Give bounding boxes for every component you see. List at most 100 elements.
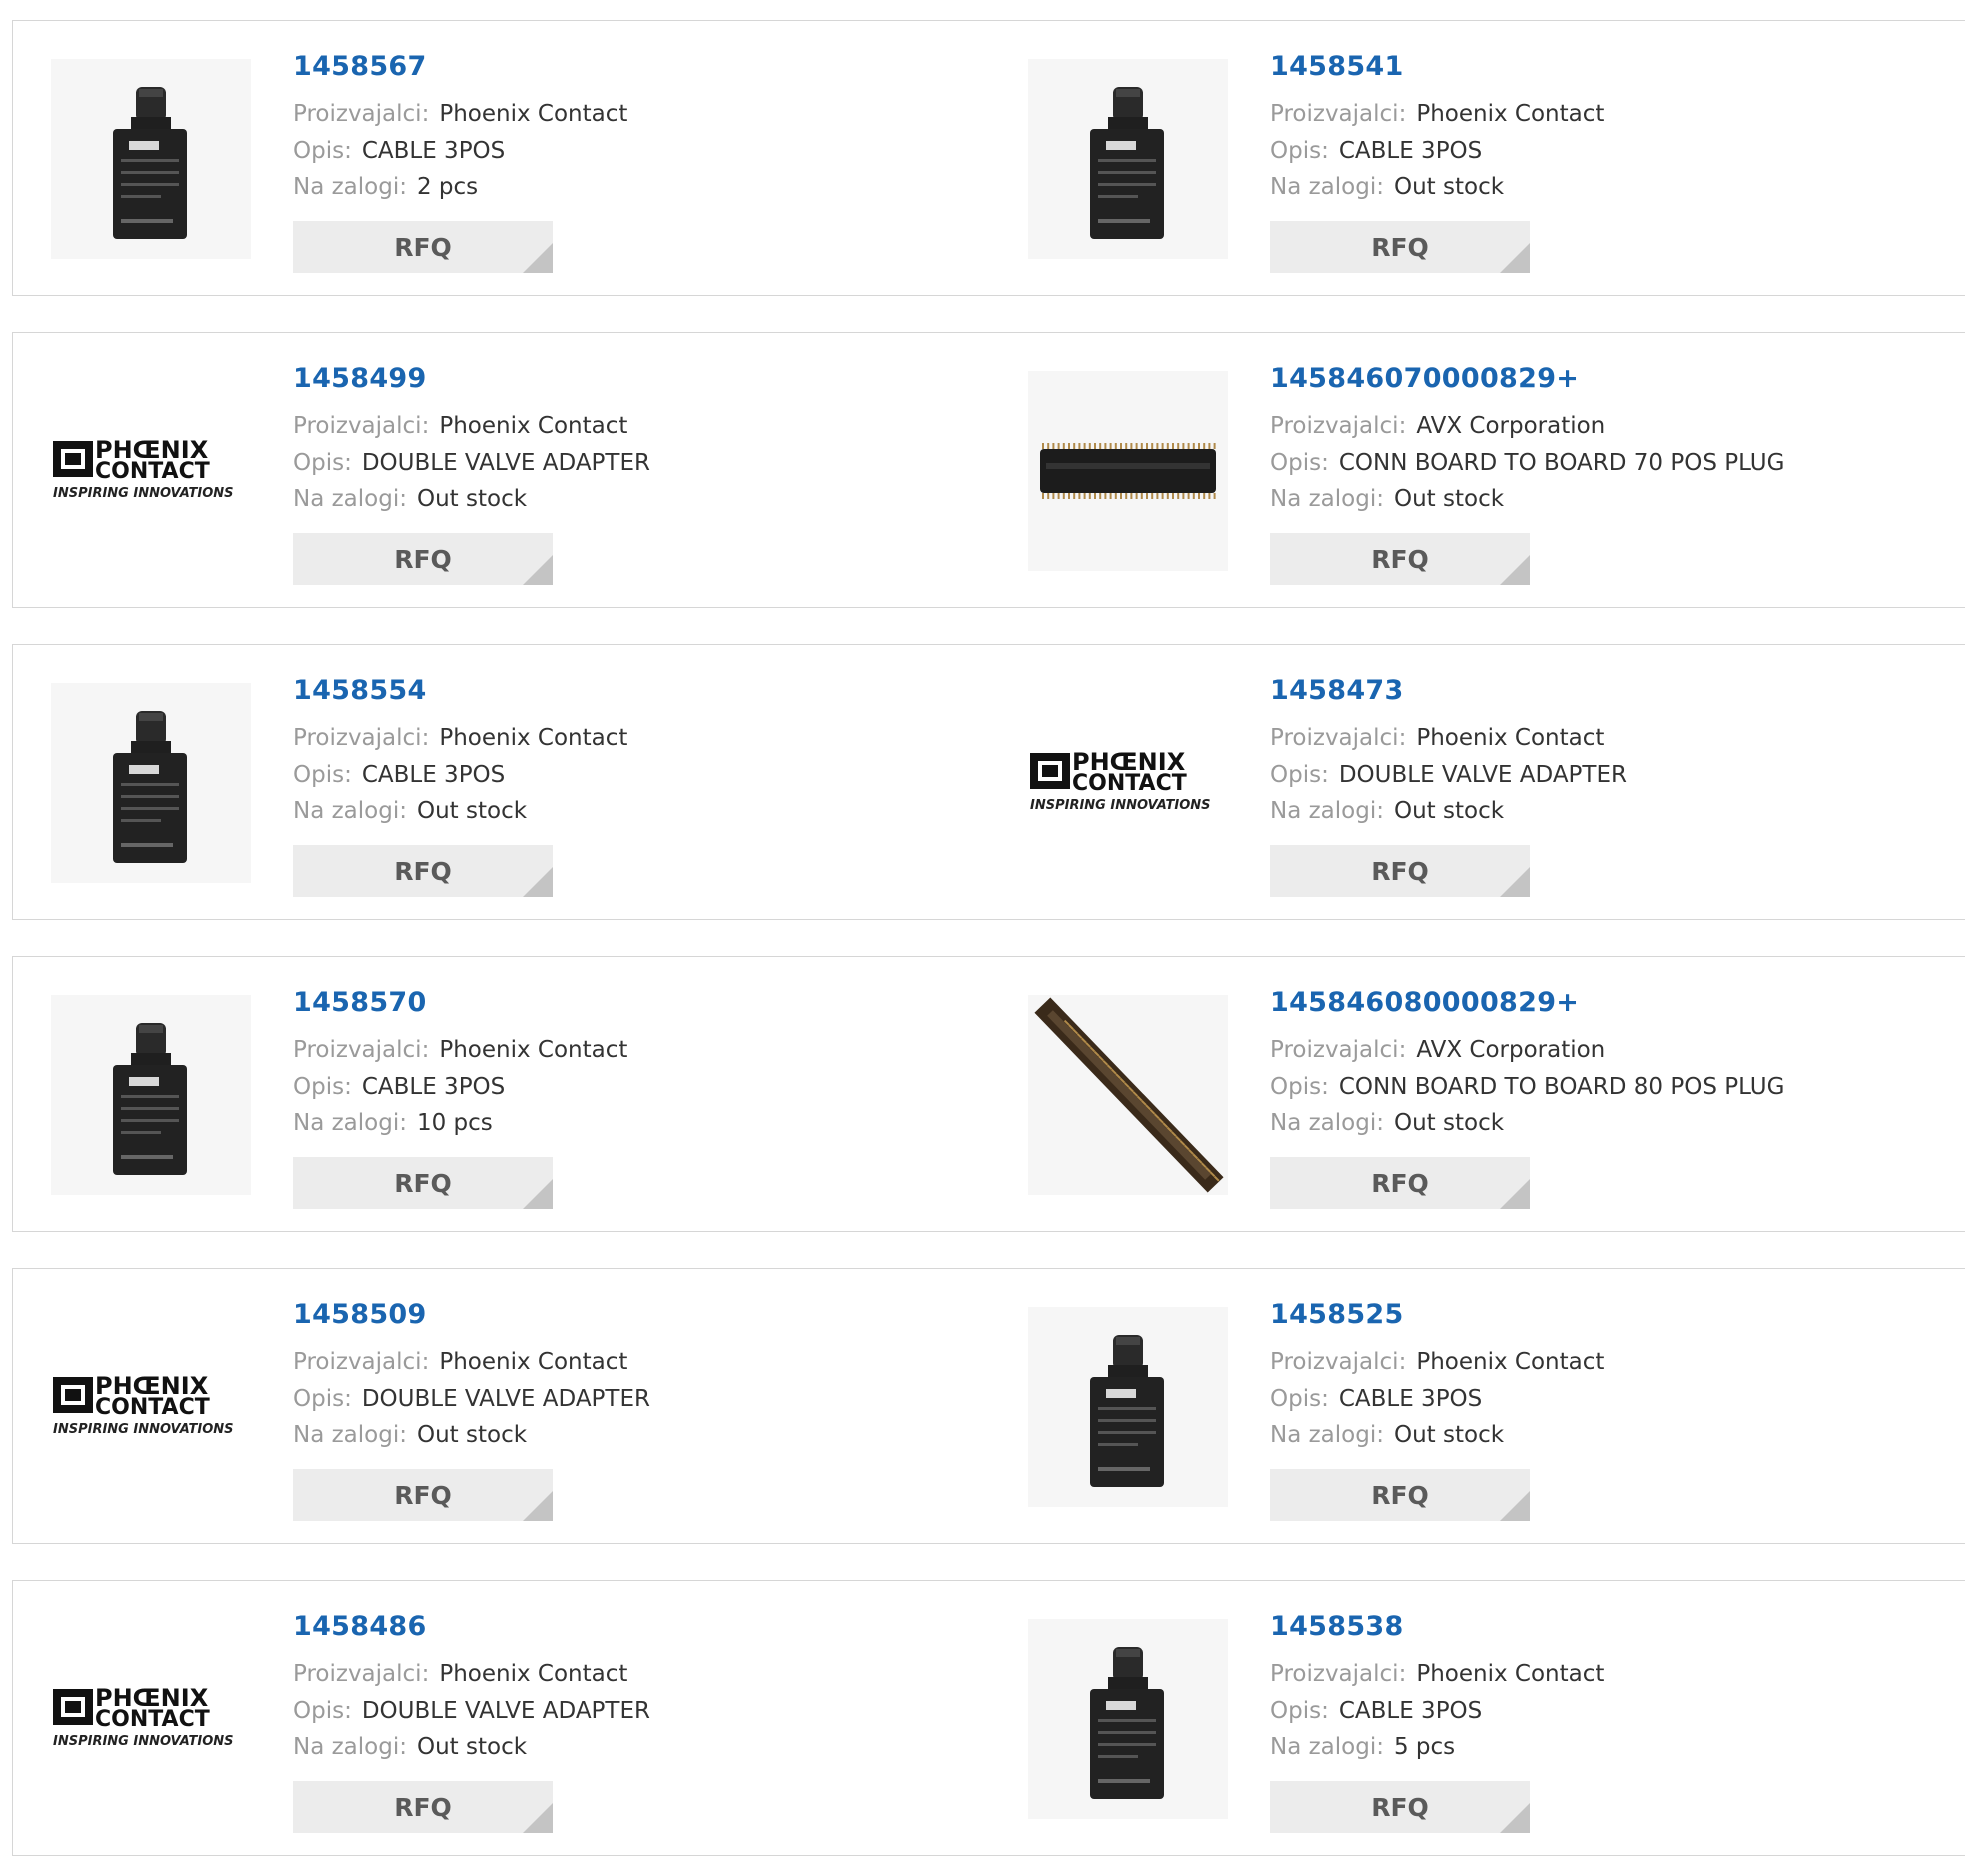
rfq-button[interactable]: RFQ bbox=[293, 533, 553, 585]
valve-connector-graphic bbox=[1090, 1647, 1164, 1799]
stock-row: Na zalogi: Out stock bbox=[1270, 798, 1504, 824]
stock-label: Na zalogi: bbox=[293, 174, 407, 200]
rfq-label: RFQ bbox=[1371, 232, 1429, 262]
manufacturer-value: AVX Corporation bbox=[1416, 413, 1606, 439]
manufacturer-value: Phoenix Contact bbox=[1416, 101, 1605, 127]
product-image[interactable] bbox=[51, 59, 251, 259]
rfq-button[interactable]: RFQ bbox=[293, 1469, 553, 1521]
manufacturer-label: Proizvajalci: bbox=[1270, 101, 1407, 127]
valve-connector-graphic bbox=[1090, 87, 1164, 239]
stock-label: Na zalogi: bbox=[1270, 1734, 1384, 1760]
description-label: Opis: bbox=[1270, 1074, 1329, 1100]
description-label: Opis: bbox=[293, 138, 352, 164]
part-number-link[interactable]: 1458541 bbox=[1270, 51, 1404, 82]
phoenix-contact-logo: PHŒNIX CONTACT INSPIRING INNOVATIONS bbox=[53, 1372, 234, 1437]
part-number-link[interactable]: 1458567 bbox=[293, 51, 427, 82]
stock-label: Na zalogi: bbox=[293, 1110, 407, 1136]
rfq-label: RFQ bbox=[1371, 1480, 1429, 1510]
corner-triangle-icon bbox=[523, 1179, 553, 1209]
corner-triangle-icon bbox=[1500, 867, 1530, 897]
part-number-link[interactable]: 145846070000829+ bbox=[1270, 363, 1579, 394]
description-row: Opis: CABLE 3POS bbox=[293, 762, 505, 788]
manufacturer-value: Phoenix Contact bbox=[439, 1349, 628, 1375]
stock-label: Na zalogi: bbox=[1270, 1110, 1384, 1136]
rfq-button[interactable]: RFQ bbox=[293, 221, 553, 273]
product-image[interactable] bbox=[51, 995, 251, 1195]
product-image[interactable]: PHŒNIX CONTACT INSPIRING INNOVATIONS bbox=[51, 371, 251, 571]
product-card: 1458538 Proizvajalci: Phoenix Contact Opi… bbox=[990, 1580, 1965, 1856]
manufacturer-value: Phoenix Contact bbox=[439, 413, 628, 439]
product-card: 1458541 Proizvajalci: Phoenix Contact Opi… bbox=[990, 20, 1965, 296]
manufacturer-value: Phoenix Contact bbox=[1416, 1661, 1605, 1687]
rfq-button[interactable]: RFQ bbox=[1270, 533, 1530, 585]
part-number-link[interactable]: 145846080000829+ bbox=[1270, 987, 1579, 1018]
rfq-label: RFQ bbox=[394, 856, 452, 886]
rfq-label: RFQ bbox=[394, 1480, 452, 1510]
description-value: CABLE 3POS bbox=[361, 1074, 506, 1100]
stock-row: Na zalogi: Out stock bbox=[1270, 1110, 1504, 1136]
manufacturer-row: Proizvajalci: Phoenix Contact bbox=[293, 725, 627, 751]
stock-row: Na zalogi: Out stock bbox=[1270, 1422, 1504, 1448]
description-label: Opis: bbox=[293, 1074, 352, 1100]
stock-label: Na zalogi: bbox=[293, 798, 407, 824]
description-row: Opis: DOUBLE VALVE ADAPTER bbox=[1270, 762, 1627, 788]
manufacturer-label: Proizvajalci: bbox=[293, 1349, 430, 1375]
description-value: CABLE 3POS bbox=[1338, 1386, 1483, 1412]
manufacturer-value: Phoenix Contact bbox=[439, 101, 628, 127]
part-number-link[interactable]: 1458525 bbox=[1270, 1299, 1404, 1330]
stock-value: 10 pcs bbox=[416, 1110, 493, 1136]
product-image[interactable] bbox=[1028, 371, 1228, 571]
product-card: PHŒNIX CONTACT INSPIRING INNOVATIONS 145… bbox=[990, 644, 1965, 920]
rfq-button[interactable]: RFQ bbox=[1270, 1157, 1530, 1209]
description-label: Opis: bbox=[1270, 450, 1329, 476]
product-image[interactable]: PHŒNIX CONTACT INSPIRING INNOVATIONS bbox=[1028, 683, 1228, 883]
manufacturer-row: Proizvajalci: AVX Corporation bbox=[1270, 1037, 1605, 1063]
product-image[interactable] bbox=[1028, 995, 1228, 1195]
description-value: CABLE 3POS bbox=[361, 138, 506, 164]
part-number-link[interactable]: 1458486 bbox=[293, 1611, 427, 1642]
rfq-label: RFQ bbox=[394, 544, 452, 574]
svg-text:INSPIRING INNOVATIONS: INSPIRING INNOVATIONS bbox=[1030, 798, 1211, 813]
manufacturer-row: Proizvajalci: Phoenix Contact bbox=[1270, 1349, 1604, 1375]
product-image[interactable] bbox=[51, 683, 251, 883]
corner-triangle-icon bbox=[523, 243, 553, 273]
phoenix-contact-logo: PHŒNIX CONTACT INSPIRING INNOVATIONS bbox=[53, 436, 234, 501]
rfq-button[interactable]: RFQ bbox=[293, 1781, 553, 1833]
valve-connector-graphic bbox=[113, 87, 187, 239]
rfq-button[interactable]: RFQ bbox=[1270, 221, 1530, 273]
rfq-button[interactable]: RFQ bbox=[293, 845, 553, 897]
product-image[interactable] bbox=[1028, 1619, 1228, 1819]
stock-row: Na zalogi: Out stock bbox=[293, 1734, 527, 1760]
manufacturer-label: Proizvajalci: bbox=[293, 1037, 430, 1063]
product-image[interactable] bbox=[1028, 1307, 1228, 1507]
rfq-button[interactable]: RFQ bbox=[1270, 845, 1530, 897]
manufacturer-value: Phoenix Contact bbox=[439, 1037, 628, 1063]
corner-triangle-icon bbox=[523, 555, 553, 585]
stock-value: Out stock bbox=[416, 486, 528, 512]
product-image[interactable]: PHŒNIX CONTACT INSPIRING INNOVATIONS bbox=[51, 1619, 251, 1819]
stock-label: Na zalogi: bbox=[1270, 798, 1384, 824]
stock-row: Na zalogi: Out stock bbox=[1270, 174, 1504, 200]
stock-row: Na zalogi: Out stock bbox=[293, 1422, 527, 1448]
product-card: 145846080000829+ Proizvajalci: AVX Corpor… bbox=[990, 956, 1965, 1232]
stock-label: Na zalogi: bbox=[1270, 1422, 1384, 1448]
rfq-button[interactable]: RFQ bbox=[1270, 1469, 1530, 1521]
rfq-button[interactable]: RFQ bbox=[1270, 1781, 1530, 1833]
manufacturer-row: Proizvajalci: Phoenix Contact bbox=[1270, 101, 1604, 127]
part-number-link[interactable]: 1458570 bbox=[293, 987, 427, 1018]
part-number-link[interactable]: 1458554 bbox=[293, 675, 427, 706]
part-number-link[interactable]: 1458538 bbox=[1270, 1611, 1404, 1642]
part-number-link[interactable]: 1458499 bbox=[293, 363, 427, 394]
manufacturer-row: Proizvajalci: AVX Corporation bbox=[1270, 413, 1605, 439]
stock-row: Na zalogi: Out stock bbox=[293, 486, 527, 512]
part-number-link[interactable]: 1458509 bbox=[293, 1299, 427, 1330]
rfq-button[interactable]: RFQ bbox=[293, 1157, 553, 1209]
description-value: CABLE 3POS bbox=[1338, 1698, 1483, 1724]
product-image[interactable] bbox=[1028, 59, 1228, 259]
product-card: PHŒNIX CONTACT INSPIRING INNOVATIONS 145… bbox=[12, 1268, 992, 1544]
description-label: Opis: bbox=[293, 1698, 352, 1724]
manufacturer-label: Proizvajalci: bbox=[293, 725, 430, 751]
manufacturer-value: AVX Corporation bbox=[1416, 1037, 1606, 1063]
part-number-link[interactable]: 1458473 bbox=[1270, 675, 1404, 706]
product-image[interactable]: PHŒNIX CONTACT INSPIRING INNOVATIONS bbox=[51, 1307, 251, 1507]
